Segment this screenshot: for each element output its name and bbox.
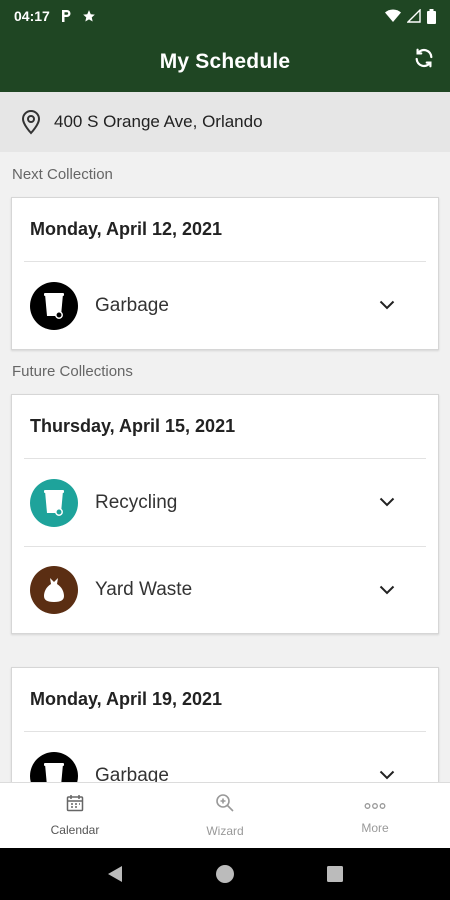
system-nav-bar bbox=[0, 848, 450, 900]
refresh-icon[interactable] bbox=[410, 44, 438, 72]
collection-type-label: Garbage bbox=[95, 764, 169, 783]
collection-row-yard-waste[interactable]: Yard Waste bbox=[24, 546, 426, 633]
collection-date: Thursday, April 15, 2021 bbox=[24, 395, 426, 459]
header: My Schedule bbox=[0, 32, 450, 92]
yard-waste-bag-icon bbox=[30, 566, 78, 614]
collection-card: Thursday, April 15, 2021 Recycling Yard … bbox=[11, 394, 439, 634]
signal-icon bbox=[407, 9, 421, 23]
page-title: My Schedule bbox=[159, 50, 291, 73]
chevron-down-icon[interactable] bbox=[376, 294, 398, 316]
collection-row-garbage[interactable]: Garbage bbox=[24, 732, 426, 782]
chevron-down-icon[interactable] bbox=[376, 764, 398, 782]
nav-label-more: More bbox=[361, 820, 389, 835]
collection-type-label: Yard Waste bbox=[95, 579, 193, 600]
status-bar: 04:17 bbox=[0, 0, 450, 32]
collection-row-garbage[interactable]: Garbage bbox=[24, 262, 426, 349]
collection-card: Monday, April 12, 2021 Garbage bbox=[11, 197, 439, 350]
wifi-icon bbox=[385, 9, 401, 23]
collection-type-label: Garbage bbox=[95, 294, 169, 316]
collection-type-label: Recycling bbox=[95, 491, 178, 513]
collection-row-recycling[interactable]: Recycling bbox=[24, 459, 426, 546]
bottom-nav: Calendar Wizard More bbox=[0, 782, 450, 848]
section-label-future: Future Collections bbox=[12, 363, 133, 380]
nav-item-wizard[interactable]: Wizard bbox=[150, 783, 300, 848]
battery-icon bbox=[427, 8, 436, 24]
garbage-cart-icon bbox=[30, 281, 78, 330]
nav-item-calendar[interactable]: Calendar bbox=[0, 783, 150, 848]
location-pin-icon bbox=[18, 109, 44, 135]
chevron-down-icon[interactable] bbox=[376, 491, 398, 513]
address-bar[interactable]: 400 S Orange Ave, Orlando bbox=[0, 92, 450, 152]
chevron-down-icon[interactable] bbox=[376, 579, 398, 601]
recycling-cart-icon bbox=[30, 478, 78, 527]
magnifier-icon bbox=[215, 793, 235, 818]
collection-card: Monday, April 19, 2021 Garbage bbox=[11, 667, 439, 782]
app-top-bar: 04:17 My Schedule bbox=[0, 0, 450, 92]
nav-item-more[interactable]: More bbox=[300, 783, 450, 848]
section-label-next: Next Collection bbox=[12, 166, 113, 183]
calendar-icon bbox=[66, 794, 84, 817]
nav-label-calendar: Calendar bbox=[50, 823, 100, 837]
nav-label-wizard: Wizard bbox=[206, 824, 244, 838]
back-icon[interactable] bbox=[103, 862, 127, 886]
schedule-list[interactable]: Next Collection Monday, April 12, 2021 G… bbox=[0, 152, 450, 782]
more-dots-icon bbox=[364, 797, 386, 815]
collection-date: Monday, April 19, 2021 bbox=[24, 668, 426, 732]
status-time: 04:17 bbox=[14, 8, 50, 24]
garbage-cart-icon bbox=[30, 751, 78, 782]
address-text: 400 S Orange Ave, Orlando bbox=[54, 112, 263, 131]
recents-icon[interactable] bbox=[323, 862, 347, 886]
home-icon[interactable] bbox=[213, 862, 237, 886]
parking-p-icon bbox=[60, 9, 72, 23]
star-icon bbox=[82, 9, 96, 23]
collection-date: Monday, April 12, 2021 bbox=[24, 198, 426, 262]
